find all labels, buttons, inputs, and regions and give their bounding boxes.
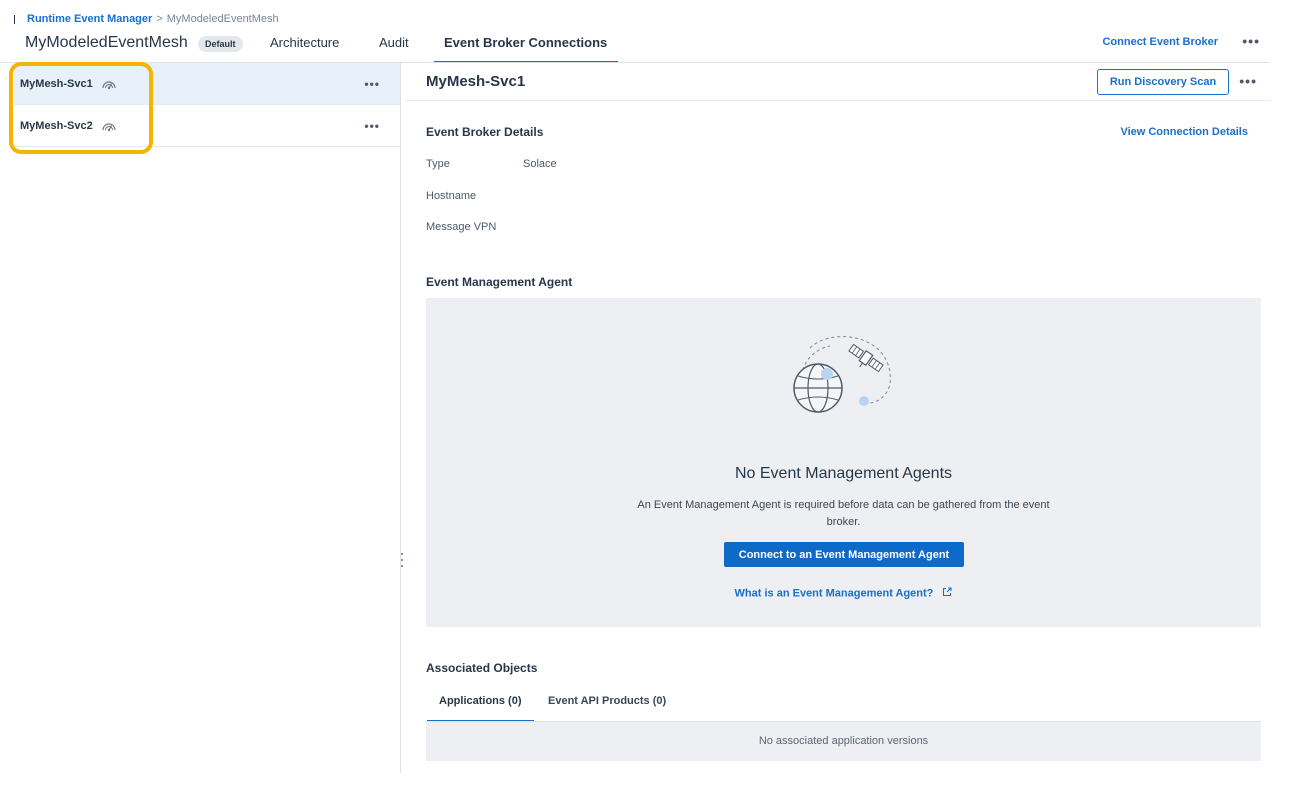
page-title: MyModeledEventMesh <box>25 34 188 51</box>
tab-event-broker-connections[interactable]: Event Broker Connections <box>433 35 619 63</box>
associated-objects-tabs: Applications (0) Event API Products (0) <box>426 685 1261 722</box>
broker-details-heading: Event Broker Details <box>426 125 544 139</box>
breadcrumb-marker <box>14 14 15 24</box>
broker-item-more-icon[interactable]: ••• <box>364 78 380 90</box>
panel-resize-handle[interactable] <box>400 553 404 567</box>
connect-agent-button[interactable]: Connect to an Event Management Agent <box>724 542 964 567</box>
associated-empty-message: No associated application versions <box>426 722 1261 761</box>
agent-heading: Event Management Agent <box>426 275 573 289</box>
external-link-icon[interactable] <box>942 587 953 600</box>
connect-event-broker-link[interactable]: Connect Event Broker <box>1102 36 1218 48</box>
tab-audit[interactable]: Audit <box>379 35 409 63</box>
broker-gauge-icon <box>101 120 117 132</box>
detail-header: MyMesh-Svc1 Run Discovery Scan ••• <box>406 63 1271 101</box>
detail-more-icon[interactable]: ••• <box>1239 74 1257 88</box>
associated-objects-heading: Associated Objects <box>426 661 538 675</box>
broker-list-panel: MyMesh-Svc1 ••• MyMesh-Svc2 ••• <box>14 63 401 773</box>
broker-item-label: MyMesh-Svc2 <box>20 119 93 132</box>
header-more-icon[interactable]: ••• <box>1242 34 1260 48</box>
field-value-type: Solace <box>523 158 557 170</box>
field-label-type: Type <box>426 158 450 170</box>
broker-gauge-icon <box>101 78 117 90</box>
field-label-message-vpn: Message VPN <box>426 221 497 233</box>
breadcrumb-current: MyModeledEventMesh <box>166 13 279 25</box>
breadcrumb: Runtime Event Manager > MyModeledEventMe… <box>14 13 279 25</box>
broker-item-label: MyMesh-Svc1 <box>20 77 93 90</box>
broker-list-item-svc1[interactable]: MyMesh-Svc1 ••• <box>14 63 400 105</box>
broker-item-more-icon[interactable]: ••• <box>364 120 380 132</box>
agent-empty-title: No Event Management Agents <box>734 465 953 482</box>
breadcrumb-separator: > <box>156 13 163 25</box>
default-badge: Default <box>198 36 243 52</box>
tab-architecture[interactable]: Architecture <box>270 35 339 63</box>
run-discovery-scan-button[interactable]: Run Discovery Scan <box>1097 69 1229 95</box>
header-bar: MyModeledEventMesh Default Architecture … <box>25 30 1260 63</box>
globe-satellite-icon <box>793 336 891 413</box>
tab-event-api-products[interactable]: Event API Products (0) <box>548 695 666 707</box>
view-connection-details-link[interactable]: View Connection Details <box>1120 126 1248 138</box>
what-is-agent-link[interactable]: What is an Event Management Agent? <box>735 587 934 599</box>
breadcrumb-runtime-event-manager[interactable]: Runtime Event Manager <box>27 13 152 25</box>
agent-help-row: What is an Event Management Agent? <box>426 587 1261 600</box>
detail-title: MyMesh-Svc1 <box>426 73 526 90</box>
agent-empty-description: An Event Management Agent is required be… <box>637 499 1050 528</box>
broker-detail-panel: MyMesh-Svc1 Run Discovery Scan ••• Event… <box>406 63 1271 773</box>
broker-list-item-svc2[interactable]: MyMesh-Svc2 ••• <box>14 105 400 147</box>
agent-empty-state: No Event Management Agents An Event Mana… <box>426 298 1261 627</box>
tab-applications[interactable]: Applications (0) <box>427 695 533 722</box>
field-label-hostname: Hostname <box>426 190 477 202</box>
